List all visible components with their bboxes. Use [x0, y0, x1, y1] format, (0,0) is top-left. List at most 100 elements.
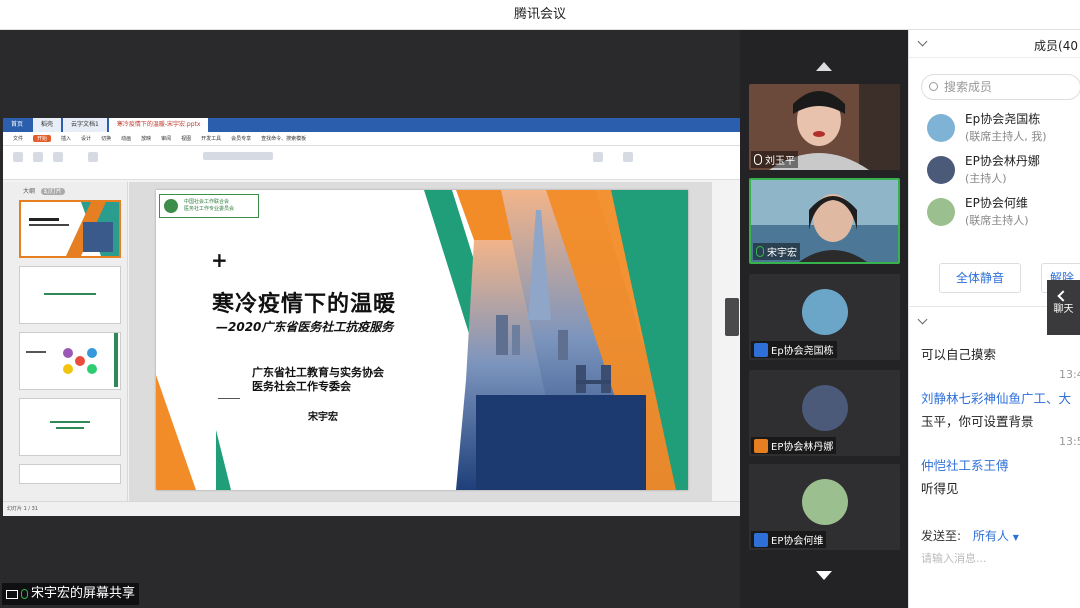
video-tile[interactable]: EP协会何维: [749, 464, 900, 550]
scroll-up-icon[interactable]: [816, 62, 832, 71]
collapse-chat-icon[interactable]: [917, 314, 928, 325]
slide-thumbnail[interactable]: [19, 398, 121, 456]
participant-name: EP协会林丹娜: [771, 442, 834, 453]
slide-title: 寒冷疫情下的温暖: [212, 292, 397, 317]
member-item[interactable]: EP协会何维 (联席主持人): [927, 194, 1080, 236]
wps-tab-docer[interactable]: 稻壳: [33, 118, 62, 132]
collapse-chat-tab[interactable]: 聊天: [1047, 280, 1080, 335]
member-name: Ep协会尧国栋: [965, 112, 1041, 126]
wps-ribbon: [3, 146, 740, 180]
slide-edit-area: 中国社会工作联合会 医务社工作专业委员会 + 寒冷疫情下的温暖 —2020广东省…: [129, 182, 712, 501]
participant-avatar: [801, 289, 848, 335]
participant-name: 刘玉平: [765, 156, 795, 167]
wps-menu-member[interactable]: 会员专享: [231, 135, 251, 142]
dropdown-caret-icon[interactable]: ▼: [1013, 533, 1019, 542]
wps-tab-pptx[interactable]: 寒冷疫情下的温暖-宋宇宏.pptx: [108, 118, 209, 132]
slide-organization: 广东省社工教育与实务协会 医务社会工作专委会: [252, 366, 384, 394]
outline-tab[interactable]: 大纲: [23, 188, 35, 195]
search-placeholder: 搜索成员: [944, 80, 993, 94]
wps-status-bar: 幻灯片 1 / 31: [3, 501, 740, 516]
new-slide-icon[interactable]: [88, 152, 98, 162]
slide-subtitle: —2020广东省医务社工抗疫服务: [216, 320, 394, 334]
slide-thumbnail[interactable]: [19, 332, 121, 390]
video-tile[interactable]: 刘玉平: [749, 84, 900, 170]
logo-line1: 中国社会工作联合会: [184, 199, 230, 205]
wps-menu-search[interactable]: 查找命令、搜索模板: [261, 135, 306, 142]
font-selector[interactable]: [203, 152, 273, 160]
tile-label: EP协会何维: [751, 531, 827, 548]
participant-avatar: [801, 479, 848, 525]
wps-menu-review[interactable]: 审阅: [161, 135, 171, 142]
collapse-members-icon[interactable]: [917, 36, 928, 47]
tile-label: Ep协会尧国栋: [751, 341, 837, 358]
participant-name: 宋宇宏: [767, 248, 797, 259]
wps-menu-start[interactable]: 开始: [33, 135, 52, 142]
thumb-1-art: [29, 202, 119, 256]
slide-thumbnail[interactable]: [19, 200, 121, 258]
slide-thumbnail[interactable]: [19, 266, 121, 324]
user-icon: [754, 438, 768, 453]
slide-counter: 幻灯片 1 / 31: [7, 506, 38, 512]
wps-menu-design[interactable]: 设计: [81, 135, 91, 142]
copy-icon[interactable]: [53, 152, 63, 162]
chat-timestamp: 13:5: [1059, 435, 1080, 448]
tile-label: EP协会林丹娜: [751, 437, 837, 454]
user-icon: [754, 532, 768, 547]
org-line2: 医务社会工作专委会: [252, 380, 351, 393]
tile-label: 宋宇宏: [753, 243, 800, 260]
member-item[interactable]: Ep协会尧国栋 (联席主持人, 我): [927, 110, 1080, 152]
wps-menu-view[interactable]: 视图: [181, 135, 191, 142]
org-line1: 广东省社工教育与实务协会: [252, 366, 384, 379]
wps-tab-home[interactable]: 首页: [3, 118, 31, 132]
window-title-bar: 腾讯会议: [0, 0, 1080, 30]
member-name: EP协会何维: [965, 196, 1028, 210]
slides-tab[interactable]: 幻灯片: [40, 188, 65, 195]
chat-message: 玉平，你可设置背景: [921, 414, 1034, 429]
wps-menu-animation[interactable]: 动画: [121, 135, 131, 142]
select-icon[interactable]: [623, 152, 633, 162]
avatar: [927, 198, 955, 226]
mute-all-button[interactable]: 全体静音: [939, 263, 1021, 293]
chat-timestamp: 13:4: [1059, 368, 1080, 381]
mic-icon: [754, 154, 762, 165]
chat-message: 听得见: [921, 481, 959, 496]
collapse-chat-label: 聊天: [1053, 304, 1074, 315]
member-search-input[interactable]: 搜索成员: [921, 74, 1080, 100]
tile-label: 刘玉平: [751, 151, 798, 168]
slide-thumbnail[interactable]: [19, 464, 121, 484]
cut-icon[interactable]: [33, 152, 43, 162]
video-tile[interactable]: EP协会林丹娜: [749, 370, 900, 456]
wps-menu-file[interactable]: 文件: [13, 135, 23, 142]
find-icon[interactable]: [593, 152, 603, 162]
slide-author: 宋宇宏: [308, 412, 338, 423]
logo-emblem-icon: [164, 199, 178, 213]
user-icon: [754, 342, 768, 357]
member-item[interactable]: EP协会林丹娜 (主持人): [927, 152, 1080, 194]
wps-menu-slideshow[interactable]: 放映: [141, 135, 151, 142]
wps-menu-dev[interactable]: 开发工具: [201, 135, 221, 142]
video-strip: 刘玉平 宋宇宏 Ep协会尧国栋 EP协会林丹娜 EP协会何维: [740, 30, 908, 608]
monitor-icon: [6, 589, 18, 599]
screen-share-label: 宋宇宏的屏幕共享: [2, 583, 140, 605]
avatar: [927, 114, 955, 142]
video-tile-speaking[interactable]: 宋宇宏: [749, 178, 900, 264]
scroll-down-icon[interactable]: [816, 571, 832, 580]
video-tile[interactable]: Ep协会尧国栋: [749, 274, 900, 360]
mic-active-icon: [756, 246, 764, 257]
panel-toggle-handle[interactable]: [725, 298, 739, 336]
chat-sender[interactable]: 刘静林七彩神仙鱼广工、大: [921, 388, 1071, 407]
wps-menu-insert[interactable]: 插入: [61, 135, 71, 142]
logo-line2: 医务社工作专业委员会: [184, 206, 235, 212]
current-slide[interactable]: 中国社会工作联合会 医务社工作专业委员会 + 寒冷疫情下的温暖 —2020广东省…: [156, 190, 688, 490]
shared-wps-window: 首页 稻壳 云字文档1 寒冷疫情下的温暖-宋宇宏.pptx 文件 开始 插入 设…: [3, 118, 740, 516]
chat-input[interactable]: 请输入消息...: [921, 550, 987, 566]
member-role: (联席主持人, 我): [965, 130, 1047, 143]
wps-tab-cloud[interactable]: 云字文档1: [63, 118, 107, 132]
paste-icon[interactable]: [13, 152, 23, 162]
wps-menu-transition[interactable]: 切换: [101, 135, 111, 142]
send-to-selector[interactable]: 所有人: [973, 529, 1009, 543]
slide-divider: [218, 398, 240, 399]
chat-sender[interactable]: 仲恺社工系王傅: [921, 455, 1009, 474]
window-title: 腾讯会议: [513, 7, 566, 22]
member-role: (联席主持人): [965, 214, 1029, 227]
